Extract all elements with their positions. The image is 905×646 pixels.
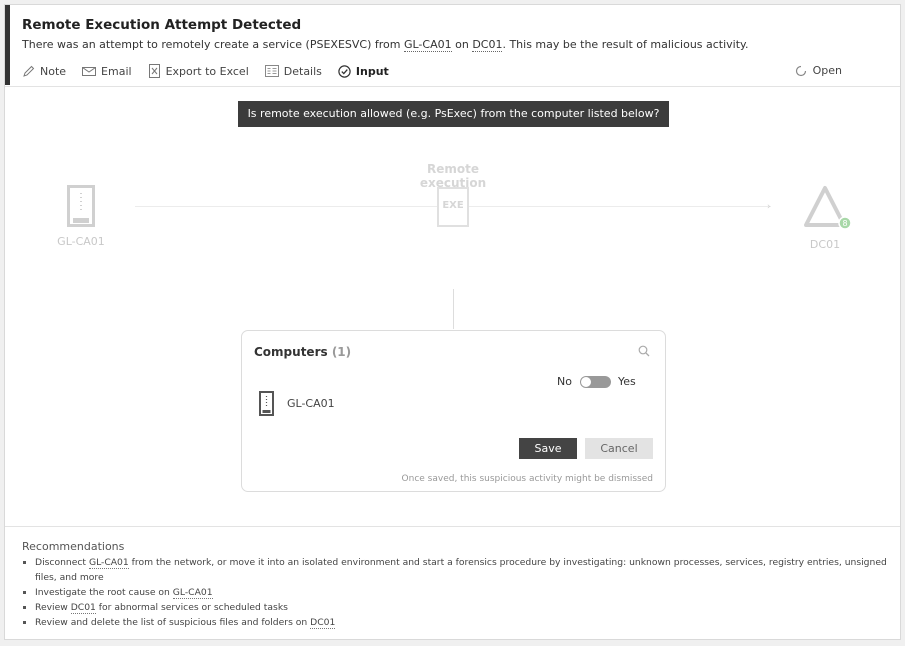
recommendation-item: Review and delete the list of suspicious… bbox=[22, 615, 887, 630]
export-excel-button[interactable]: Export to Excel bbox=[148, 64, 249, 78]
input-button[interactable]: Input bbox=[338, 65, 389, 78]
open-status-icon bbox=[795, 65, 806, 76]
severity-accent-bar bbox=[5, 5, 10, 85]
toggle-yes-label: Yes bbox=[617, 375, 636, 388]
rec-text: for abnormal services or scheduled tasks bbox=[95, 602, 288, 613]
target-dc-node[interactable]: 8 DC01 bbox=[797, 185, 853, 251]
rec-text: Review bbox=[35, 602, 71, 613]
computer-icon bbox=[67, 185, 95, 227]
target-computer-link[interactable]: DC01 bbox=[472, 38, 503, 52]
rec-text: Disconnect bbox=[35, 557, 89, 568]
panel-title-text: Computers bbox=[254, 345, 328, 359]
input-label: Input bbox=[355, 64, 389, 78]
check-circle-icon bbox=[338, 64, 351, 78]
save-button[interactable]: Save bbox=[519, 438, 577, 459]
computer-name: GL-CA01 bbox=[287, 397, 335, 410]
alert-frame: Remote Execution Attempt Detected There … bbox=[4, 4, 901, 640]
recommendations-list: Disconnect GL-CA01 from the network, or … bbox=[22, 555, 887, 630]
toggle-no-label: No bbox=[557, 375, 572, 388]
rec-text: Review and delete the list of suspicious… bbox=[35, 617, 311, 628]
computer-list-item[interactable]: GL-CA01 bbox=[259, 391, 335, 416]
source-computer-link[interactable]: GL-CA01 bbox=[403, 38, 452, 52]
note-button[interactable]: Note bbox=[22, 65, 66, 78]
header-divider bbox=[5, 86, 900, 87]
rec-text: from the network, or move it into an iso… bbox=[35, 557, 887, 583]
pencil-icon bbox=[23, 65, 35, 77]
input-question: Is remote execution allowed (e.g. PsExec… bbox=[238, 101, 669, 127]
excel-icon bbox=[148, 64, 160, 78]
recommendation-item: Review DC01 for abnormal services or sch… bbox=[22, 600, 887, 615]
computers-panel: Computers (1) No Yes GL-CA01 Save Cancel… bbox=[241, 330, 666, 492]
status-dropdown[interactable]: Open bbox=[795, 64, 842, 77]
domain-controller-icon: 8 bbox=[804, 186, 851, 230]
envelope-icon bbox=[82, 66, 97, 76]
description-mid: on bbox=[451, 38, 473, 51]
exe-icon-text: EXE bbox=[442, 200, 464, 211]
remote-execution-node: EXE bbox=[435, 187, 471, 227]
svg-text:8: 8 bbox=[842, 219, 847, 228]
status-label: Open bbox=[812, 64, 842, 77]
panel-count: (1) bbox=[331, 345, 352, 359]
flow-arrow-icon: › bbox=[767, 202, 771, 212]
dismiss-note: Once saved, this suspicious activity mig… bbox=[401, 474, 653, 484]
panel-title: Computers (1) bbox=[254, 345, 351, 359]
details-label: Details bbox=[283, 64, 322, 78]
details-icon bbox=[264, 65, 279, 77]
recommendations-title: Recommendations bbox=[22, 540, 125, 553]
export-label: Export to Excel bbox=[165, 64, 249, 78]
description-prefix: There was an attempt to remotely create … bbox=[22, 38, 404, 51]
details-button[interactable]: Details bbox=[264, 64, 322, 78]
cancel-button[interactable]: Cancel bbox=[585, 438, 653, 459]
email-button[interactable]: Email bbox=[82, 65, 132, 78]
recommendation-item: Investigate the root cause on GL-CA01 bbox=[22, 585, 887, 600]
alert-description: There was an attempt to remotely create … bbox=[22, 38, 749, 52]
email-label: Email bbox=[101, 64, 132, 78]
allow-toggle-switch[interactable] bbox=[579, 375, 611, 388]
toggle-knob bbox=[580, 376, 591, 387]
rec-text: Investigate the root cause on bbox=[35, 587, 173, 598]
source-computer-label: GL-CA01 bbox=[57, 235, 105, 248]
note-label: Note bbox=[40, 64, 67, 78]
rec-computer-link[interactable]: DC01 bbox=[70, 602, 96, 614]
computer-icon bbox=[259, 391, 274, 416]
rec-computer-link[interactable]: DC01 bbox=[310, 617, 336, 629]
source-computer-node[interactable]: GL-CA01 bbox=[49, 185, 113, 248]
description-suffix: . This may be the result of malicious ac… bbox=[502, 38, 749, 51]
alert-title: Remote Execution Attempt Detected bbox=[22, 17, 302, 33]
allow-toggle-row: No Yes bbox=[557, 375, 636, 388]
rec-computer-link[interactable]: GL-CA01 bbox=[172, 587, 213, 599]
alert-toolbar: Note Email Export to Excel Details Input bbox=[22, 62, 405, 80]
target-dc-label: DC01 bbox=[809, 238, 841, 251]
recommendation-item: Disconnect GL-CA01 from the network, or … bbox=[22, 555, 887, 585]
recommendations-divider bbox=[5, 526, 900, 527]
flow-action-label: Remote execution bbox=[419, 162, 487, 190]
rec-computer-link[interactable]: GL-CA01 bbox=[88, 557, 129, 569]
search-icon[interactable] bbox=[638, 345, 650, 357]
panel-connector-line bbox=[453, 289, 454, 329]
